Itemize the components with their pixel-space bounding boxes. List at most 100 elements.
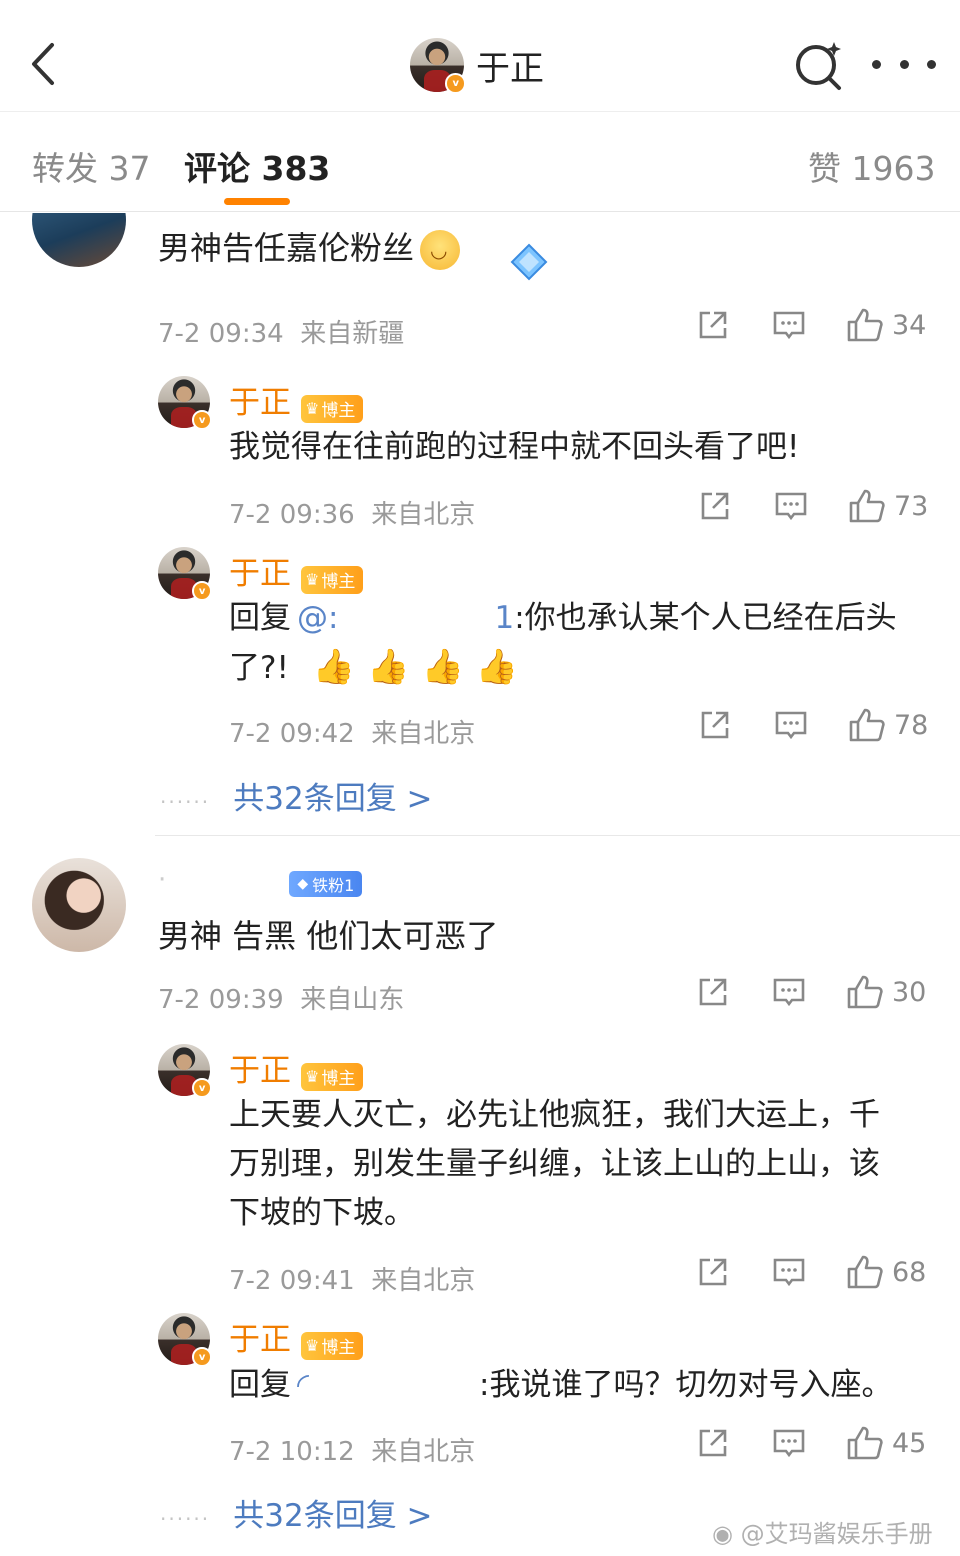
share-button[interactable] bbox=[694, 1426, 732, 1460]
reply-button[interactable] bbox=[770, 1426, 808, 1460]
mention-link[interactable]: @: bbox=[297, 600, 338, 636]
reply-author-name[interactable]: 于正 bbox=[229, 385, 291, 421]
reply-button[interactable] bbox=[772, 489, 810, 523]
like-button[interactable]: 73 bbox=[848, 488, 928, 524]
diamond-sticker-icon bbox=[506, 239, 552, 285]
reply-avatar[interactable]: v bbox=[158, 547, 212, 601]
tab-reposts[interactable]: 转发 37 bbox=[32, 142, 150, 190]
back-button[interactable] bbox=[18, 36, 68, 92]
comment-icon bbox=[775, 711, 807, 740]
reply-time: 7-2 09:42 bbox=[229, 719, 355, 749]
reply-location: 来自北京 bbox=[371, 1266, 476, 1296]
tab-comments[interactable]: 评论 383 bbox=[184, 142, 330, 190]
more-replies-link[interactable]: 共32条回复 > bbox=[233, 1498, 432, 1534]
comment-actions: 30 bbox=[694, 974, 926, 1010]
tab-likes[interactable]: 赞 1963 bbox=[808, 142, 935, 190]
author-avatar[interactable]: v bbox=[410, 38, 466, 94]
page-title: 于正 bbox=[476, 48, 544, 89]
share-button[interactable] bbox=[696, 489, 734, 523]
verified-icon: v bbox=[192, 410, 212, 430]
host-badge-label: 博主 bbox=[321, 572, 356, 592]
reply-author-name[interactable]: 于正 bbox=[229, 1322, 291, 1358]
like-button[interactable]: 34 bbox=[846, 307, 926, 343]
crown-icon: ♛ bbox=[305, 399, 320, 418]
reply-button[interactable] bbox=[772, 708, 810, 742]
host-badge-label: 博主 bbox=[321, 1338, 356, 1358]
reply-avatar[interactable]: v bbox=[158, 1313, 212, 1367]
share-icon bbox=[699, 311, 727, 339]
share-button[interactable] bbox=[694, 1255, 732, 1289]
leader-dots: ······ bbox=[160, 790, 211, 814]
reply-actions: 68 bbox=[694, 1254, 926, 1290]
more-replies-link[interactable]: 共32条回复 > bbox=[233, 781, 432, 817]
like-count: 34 bbox=[892, 309, 927, 341]
reply-header: 于正 ♛ 博主 bbox=[229, 1045, 364, 1091]
mention-link-tail[interactable]: 1 bbox=[494, 600, 514, 636]
more-dot bbox=[872, 59, 881, 69]
share-button[interactable] bbox=[696, 708, 734, 742]
like-button[interactable]: 68 bbox=[846, 1254, 926, 1290]
thumbs-up-icon bbox=[849, 708, 885, 742]
commenter-name[interactable]: · bbox=[158, 865, 166, 895]
reply-text-line: 万别理，别发生量子纠缠，让该上山的上山，该 bbox=[229, 1146, 880, 1182]
header-user[interactable]: v 于正 bbox=[410, 36, 544, 94]
like-button[interactable]: 45 bbox=[846, 1425, 926, 1461]
reply-meta: 7-2 09:42 来自北京 bbox=[229, 713, 475, 750]
leader-dots: ······ bbox=[160, 1507, 211, 1531]
reply-button[interactable] bbox=[770, 1255, 808, 1289]
weibo-logo-icon: ◉ bbox=[712, 1520, 741, 1548]
reply-text-content: :我说谁了吗？切勿对号入座。 bbox=[479, 1367, 893, 1403]
reply-header: 于正 ♛ 博主 bbox=[229, 1314, 364, 1360]
fan-badge: ◆ 铁粉1 bbox=[289, 871, 363, 897]
comment-location: 来自新疆 bbox=[300, 319, 405, 349]
reply-avatar[interactable]: v bbox=[158, 376, 212, 430]
reply-actions: 78 bbox=[696, 707, 928, 743]
reply-prefix: 回复 bbox=[229, 600, 291, 636]
verified-icon: v bbox=[445, 73, 466, 94]
like-button[interactable]: 78 bbox=[848, 707, 928, 743]
comment-text: 男神告任嘉伦粉丝 bbox=[158, 223, 461, 270]
commenter-avatar[interactable] bbox=[32, 213, 126, 267]
thumbs-up-emoji-icon: 👍 bbox=[475, 647, 519, 687]
more-button[interactable] bbox=[872, 42, 936, 86]
reply-author-name[interactable]: 于正 bbox=[229, 556, 291, 592]
comment-time: 7-2 09:34 bbox=[158, 319, 284, 349]
diamond-icon: ◆ bbox=[297, 876, 309, 892]
reply-avatar[interactable]: v bbox=[158, 1044, 212, 1098]
reply-author-name[interactable]: 于正 bbox=[229, 1053, 291, 1089]
share-icon bbox=[701, 711, 729, 739]
like-count: 73 bbox=[894, 490, 929, 522]
reply-text: 回复 ◜:我说谁了吗？切勿对号入座。 bbox=[229, 1361, 892, 1410]
reply-text-line2: 了?! 👍 👍 👍 👍 bbox=[229, 643, 530, 693]
like-button[interactable]: 30 bbox=[846, 974, 926, 1010]
reply-text-content: 了?! bbox=[229, 650, 289, 686]
smile-emoji-icon bbox=[420, 230, 461, 270]
reply-time: 7-2 10:12 bbox=[229, 1437, 355, 1467]
share-button[interactable] bbox=[694, 308, 732, 342]
crown-icon: ♛ bbox=[305, 1336, 320, 1355]
comment-meta: 7-2 09:34 来自新疆 bbox=[158, 313, 404, 350]
search-button[interactable] bbox=[790, 38, 848, 94]
mention-link[interactable]: ◜ bbox=[297, 1367, 309, 1403]
thumbs-up-icon bbox=[847, 1255, 883, 1289]
reply-header: 于正 ♛ 博主 bbox=[229, 377, 364, 423]
host-badge-label: 博主 bbox=[321, 1069, 356, 1089]
share-button[interactable] bbox=[694, 975, 732, 1009]
search-sparkle-icon bbox=[796, 42, 841, 90]
commenter-avatar[interactable] bbox=[32, 858, 126, 952]
reply-time: 7-2 09:41 bbox=[229, 1266, 355, 1296]
comment-icon bbox=[773, 1429, 805, 1458]
share-icon bbox=[701, 492, 729, 520]
verified-icon: v bbox=[192, 1347, 212, 1367]
reply-meta: 7-2 10:12 来自北京 bbox=[229, 1431, 475, 1468]
top-bar: v 于正 bbox=[0, 0, 960, 112]
like-count: 45 bbox=[892, 1427, 927, 1459]
share-icon bbox=[699, 978, 727, 1006]
comment-icon bbox=[773, 978, 805, 1007]
reply-location: 来自北京 bbox=[371, 719, 476, 749]
comment-icon bbox=[775, 492, 807, 521]
reply-button[interactable] bbox=[770, 308, 808, 342]
like-count: 68 bbox=[892, 1256, 927, 1288]
reply-button[interactable] bbox=[770, 975, 808, 1009]
comment-list[interactable]: 男神告任嘉伦粉丝 7-2 09:34 来自新疆 34 v 于正♛博主 我觉得在往… bbox=[0, 213, 960, 1556]
